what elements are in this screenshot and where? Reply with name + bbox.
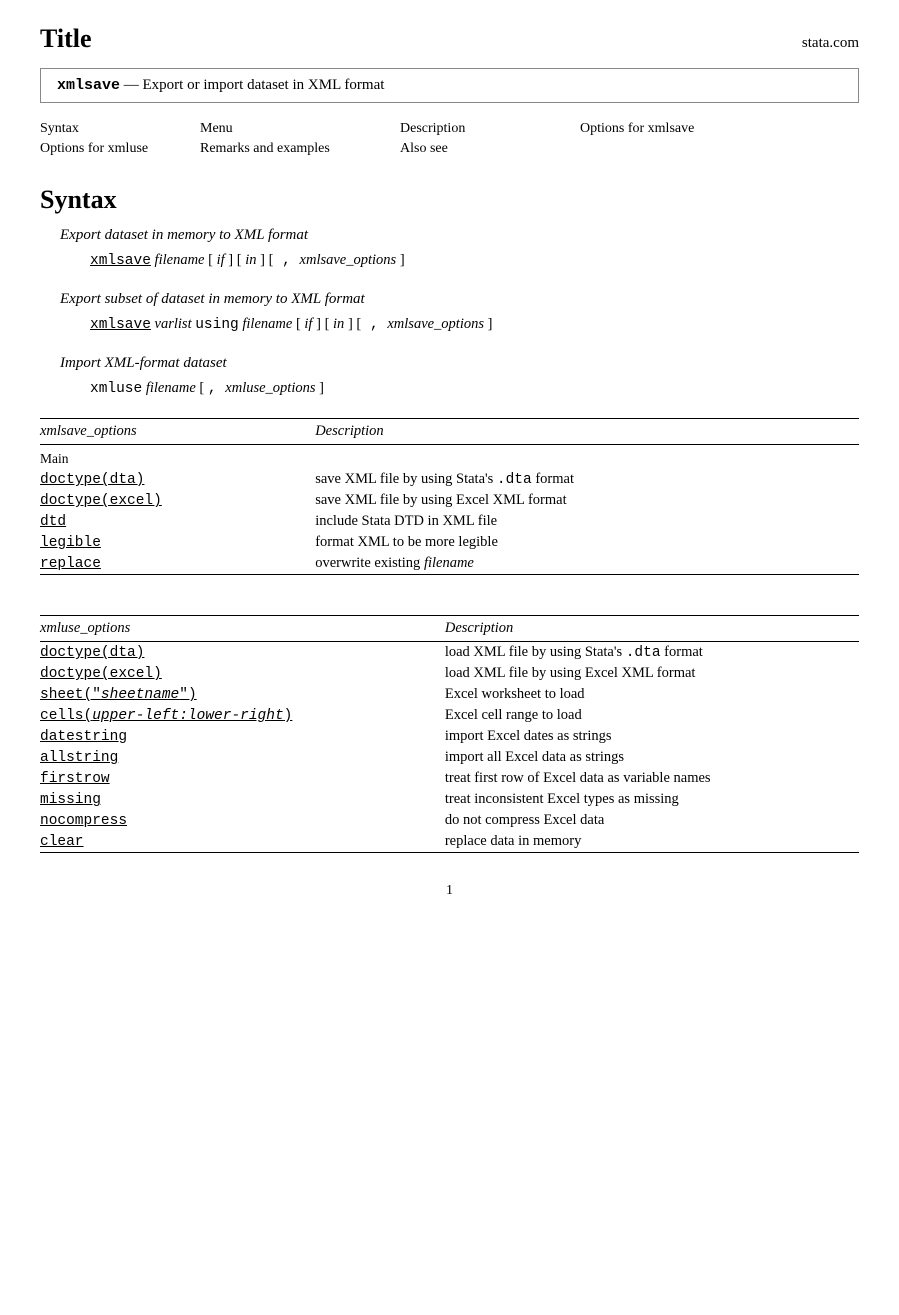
opt-nocompress-desc: do not compress Excel data — [425, 810, 859, 831]
table-row: doctype(excel) load XML file by using Ex… — [40, 663, 859, 684]
table-row: legible format XML to be more legible — [40, 532, 859, 553]
opt-doctype-excel: doctype(excel) — [40, 493, 162, 509]
opt-xmluse-doctype-dta-desc: load XML file by using Stata's .dta form… — [425, 642, 859, 664]
nav-options-xmlsave[interactable]: Options for xmlsave — [580, 121, 780, 137]
syntax-label-1: Export dataset in memory to XML format — [60, 227, 859, 244]
bracket-opts-3: [ , xmluse_options ] — [199, 380, 324, 396]
opt-replace-desc: overwrite existing filename — [295, 553, 859, 575]
xmluse-options-table: xmluse_options Description doctype(dta) … — [40, 615, 859, 853]
param-filename-1: filename — [155, 252, 209, 268]
opt-datestring-desc: import Excel dates as strings — [425, 726, 859, 747]
nav-links: Syntax Menu Description Options for xmls… — [40, 121, 859, 157]
title-separator: — — [124, 77, 143, 93]
opt-dtd: dtd — [40, 514, 66, 530]
opt-doctype-excel-desc: save XML file by using Excel XML format — [295, 490, 859, 511]
table-row: doctype(excel) save XML file by using Ex… — [40, 490, 859, 511]
syntax-group-3: Import XML-format dataset xmluse filenam… — [40, 355, 859, 401]
bracket-in-2: [ — [325, 316, 333, 332]
opt-doctype-dta: doctype(dta) — [40, 472, 144, 488]
table-row: nocompress do not compress Excel data — [40, 810, 859, 831]
table-row: doctype(dta) load XML file by using Stat… — [40, 642, 859, 664]
opt-sheet-desc: Excel worksheet to load — [425, 684, 859, 705]
opt-xmluse-doctype-excel: doctype(excel) — [40, 666, 162, 682]
nav-menu[interactable]: Menu — [200, 121, 400, 137]
table-row: firstrow treat first row of Excel data a… — [40, 768, 859, 789]
xmluse-table-header-row: xmluse_options Description — [40, 616, 859, 642]
param-filename-2: filename — [242, 316, 296, 332]
xmlsave-col2-header: Description — [295, 419, 859, 445]
xmluse-col1-header: xmluse_options — [40, 616, 425, 642]
opt-datestring: datestring — [40, 729, 127, 745]
param-varlist: varlist — [155, 316, 196, 332]
opt-missing-desc: treat inconsistent Excel types as missin… — [425, 789, 859, 810]
opt-firstrow-desc: treat first row of Excel data as variabl… — [425, 768, 859, 789]
syntax-group-1: Export dataset in memory to XML format x… — [40, 227, 859, 273]
page-number: 1 — [40, 883, 859, 899]
table-row: dtd include Stata DTD in XML file — [40, 511, 859, 532]
title-description: Export or import dataset in XML format — [143, 77, 385, 93]
cmd-xmluse: xmluse — [90, 381, 142, 397]
opt-dtd-desc: include Stata DTD in XML file — [295, 511, 859, 532]
xmlsave-section-label: Main — [40, 445, 295, 470]
opt-cells: cells(upper-left:lower-right) — [40, 708, 292, 724]
opt-legible-desc: format XML to be more legible — [295, 532, 859, 553]
title-box: xmlsave — Export or import dataset in XM… — [40, 68, 859, 103]
stata-domain: stata.com — [802, 35, 859, 52]
opt-sheet: sheet("sheetname") — [40, 687, 197, 703]
syntax-line-1: xmlsave filename [ if ] [ in ] [ , xmlsa… — [90, 250, 859, 273]
cmd-xmlsave-1: xmlsave — [90, 253, 151, 269]
opt-cells-desc: Excel cell range to load — [425, 705, 859, 726]
nav-also-see[interactable]: Also see — [400, 141, 580, 157]
syntax-label-2: Export subset of dataset in memory to XM… — [60, 291, 859, 308]
table-row: doctype(dta) save XML file by using Stat… — [40, 469, 859, 490]
opt-allstring-desc: import all Excel data as strings — [425, 747, 859, 768]
param-filename-3: filename — [146, 380, 200, 396]
xmlsave-col1-header: xmlsave_options — [40, 419, 295, 445]
xmluse-col2-header: Description — [425, 616, 859, 642]
bracket-if-1: [ — [208, 252, 216, 268]
cmd-xmlsave-2: xmlsave — [90, 317, 151, 333]
command-name: xmlsave — [57, 77, 120, 94]
opt-xmluse-doctype-dta: doctype(dta) — [40, 645, 144, 661]
syntax-group-2: Export subset of dataset in memory to XM… — [40, 291, 859, 337]
syntax-section: Syntax Export dataset in memory to XML f… — [40, 185, 859, 400]
bracket-opts-1: [ , xmlsave_options ] — [269, 252, 405, 268]
table-row: missing treat inconsistent Excel types a… — [40, 789, 859, 810]
syntax-line-3: xmluse filename [ , xmluse_options ] — [90, 378, 859, 401]
nav-description[interactable]: Description — [400, 121, 580, 137]
opt-legible: legible — [40, 535, 101, 551]
nav-options-xmluse[interactable]: Options for xmluse — [40, 141, 200, 157]
table-row: datestring import Excel dates as strings — [40, 726, 859, 747]
page-title: Title — [40, 24, 92, 54]
xmlsave-table-header-row: xmlsave_options Description — [40, 419, 859, 445]
opt-clear: clear — [40, 834, 84, 850]
syntax-line-2: xmlsave varlist using filename [ if ] [ … — [90, 314, 859, 337]
keyword-using: using — [195, 317, 239, 333]
table-row: clear replace data in memory — [40, 831, 859, 853]
opt-clear-desc: replace data in memory — [425, 831, 859, 853]
page-header: Title stata.com — [40, 24, 859, 54]
table-spacer — [40, 593, 859, 615]
opt-doctype-dta-desc: save XML file by using Stata's .dta form… — [295, 469, 859, 490]
syntax-heading: Syntax — [40, 185, 859, 215]
opt-firstrow: firstrow — [40, 771, 110, 787]
bracket-in-1: [ — [237, 252, 245, 268]
table-row: cells(upper-left:lower-right) Excel cell… — [40, 705, 859, 726]
nav-remarks[interactable]: Remarks and examples — [200, 141, 400, 157]
nav-syntax[interactable]: Syntax — [40, 121, 200, 137]
opt-replace: replace — [40, 556, 101, 572]
xmlsave-section-main: Main — [40, 445, 859, 470]
bracket-opts-2: [ , xmlsave_options ] — [356, 316, 492, 332]
table-row: sheet("sheetname") Excel worksheet to lo… — [40, 684, 859, 705]
opt-nocompress: nocompress — [40, 813, 127, 829]
syntax-label-3: Import XML-format dataset — [60, 355, 859, 372]
opt-allstring: allstring — [40, 750, 118, 766]
xmlsave-options-table: xmlsave_options Description Main doctype… — [40, 418, 859, 575]
opt-missing: missing — [40, 792, 101, 808]
table-row: allstring import all Excel data as strin… — [40, 747, 859, 768]
table-row: replace overwrite existing filename — [40, 553, 859, 575]
opt-xmluse-doctype-excel-desc: load XML file by using Excel XML format — [425, 663, 859, 684]
